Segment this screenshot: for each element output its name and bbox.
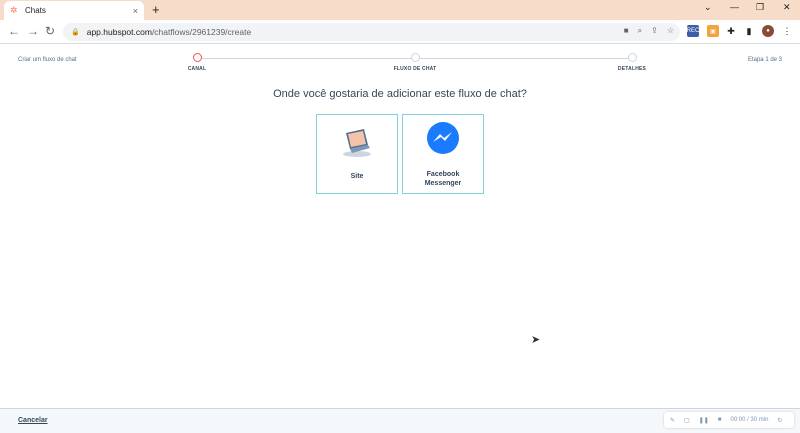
messenger-icon — [427, 122, 459, 154]
browser-tab-strip: ✲ Chats × + ⌄ — ❐ ✕ — [0, 0, 800, 20]
restore-icon[interactable]: ❐ — [756, 2, 764, 13]
recording-timer: 00:00 / 30 min — [730, 417, 769, 423]
orange-extension-icon[interactable]: ▣ — [707, 25, 719, 37]
browser-menu-icon[interactable]: ⋮ — [781, 25, 793, 37]
reload-icon[interactable]: ↻ — [45, 24, 55, 38]
url-host: app.hubspot.com — [86, 27, 152, 37]
wizard-question: Onde você gostaria de adicionar este flu… — [273, 88, 527, 100]
tab-title: Chats — [25, 6, 46, 15]
step-label: CANAL — [187, 66, 207, 72]
stop-icon[interactable]: ■ — [718, 417, 722, 423]
side-panel-icon[interactable]: ▮ — [743, 25, 755, 37]
step-fluxo-de-chat: FLUXO DE CHAT — [375, 53, 455, 72]
rec-extension-icon[interactable]: REC — [687, 25, 699, 37]
tab-search-icon[interactable]: ⌄ — [704, 2, 712, 13]
step-canal: CANAL — [157, 53, 237, 72]
browser-tab[interactable]: ✲ Chats × — [4, 1, 144, 20]
option-label-facebook-messenger: Facebook Messenger — [424, 171, 462, 187]
zoom-icon[interactable]: ⌕ — [638, 26, 642, 36]
url-path: /chatflows/2961239/create — [151, 27, 252, 37]
pause-icon[interactable]: ❚❚ — [699, 417, 709, 424]
browser-toolbar: ← → ↻ 🔒 app.hubspot.com/chatflows/296123… — [0, 20, 800, 44]
cancel-link[interactable]: Cancelar — [18, 417, 48, 424]
close-window-icon[interactable]: ✕ — [783, 2, 791, 13]
mouse-cursor-icon: ➤ — [531, 334, 541, 346]
step-counter: Etapa 1 de 3 — [747, 57, 782, 63]
bookmark-star-icon[interactable]: ☆ — [667, 26, 674, 36]
lock-icon[interactable]: 🔒 — [71, 28, 80, 36]
share-icon[interactable]: ⇪ — [651, 26, 658, 36]
profile-avatar[interactable]: ● — [762, 25, 774, 37]
step-detalhes: DETALHES — [592, 53, 672, 72]
minimize-icon[interactable]: — — [730, 2, 739, 12]
laptop-icon — [343, 129, 371, 157]
wizard-breadcrumb: Criar um fluxo de chat — [18, 57, 77, 63]
extensions-puzzle-icon[interactable]: ✚ — [725, 25, 737, 37]
wizard-footer: Cancelar ✎ ▢ ❚❚ ■ 00:00 / 30 min ↻ — [0, 408, 800, 433]
step-dot — [627, 53, 637, 62]
step-dot — [410, 53, 420, 62]
pencil-icon[interactable]: ✎ — [670, 417, 675, 424]
forward-icon[interactable]: → — [27, 24, 39, 38]
camera-blocked-icon[interactable]: ■ — [624, 26, 629, 36]
option-card-facebook-messenger[interactable]: Facebook Messenger — [402, 114, 484, 194]
camera-icon[interactable]: ▢ — [684, 417, 690, 424]
step-label: FLUXO DE CHAT — [393, 66, 437, 72]
hubspot-icon: ✲ — [10, 5, 18, 15]
option-card-site[interactable]: Site — [316, 114, 398, 194]
back-icon[interactable]: ← — [8, 24, 20, 38]
screen-recorder-bar: ✎ ▢ ❚❚ ■ 00:00 / 30 min ↻ — [664, 412, 794, 428]
step-label: DETALHES — [617, 66, 647, 72]
step-dot-active — [192, 53, 202, 62]
new-tab-button[interactable]: + — [152, 2, 160, 17]
address-bar[interactable]: 🔒 app.hubspot.com/chatflows/2961239/crea… — [63, 23, 680, 41]
chatflow-wizard-page: Criar um fluxo de chat Etapa 1 de 3 CANA… — [0, 45, 800, 433]
restart-icon[interactable]: ↻ — [777, 417, 782, 424]
tab-close-icon[interactable]: × — [133, 6, 138, 16]
option-label-site: Site — [350, 173, 364, 180]
